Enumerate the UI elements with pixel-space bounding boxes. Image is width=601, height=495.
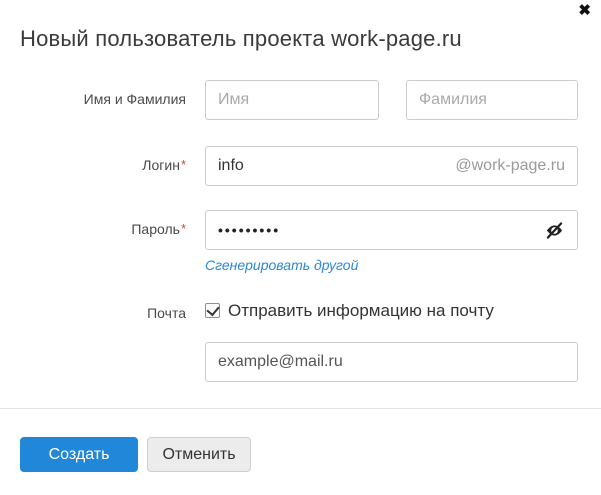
login-value: info <box>218 157 244 175</box>
last-name-input[interactable] <box>406 80 578 120</box>
send-info-checkbox-label[interactable]: Отправить информацию на почту <box>228 301 494 321</box>
new-user-dialog: ✖ Новый пользователь проекта work-page.r… <box>0 0 601 495</box>
login-row-label: Логин* <box>0 157 186 173</box>
required-asterisk: * <box>181 157 186 172</box>
dialog-title: Новый пользователь проекта work-page.ru <box>20 26 462 52</box>
login-domain-suffix: @work-page.ru <box>455 157 565 175</box>
send-info-checkbox[interactable] <box>205 303 220 318</box>
required-asterisk: * <box>181 221 186 236</box>
email-input[interactable] <box>205 342 578 382</box>
close-icon[interactable]: ✖ <box>578 2 591 20</box>
create-button[interactable]: Создать <box>20 437 138 472</box>
cancel-button[interactable]: Отменить <box>147 437 251 472</box>
password-input[interactable]: ••••••••• <box>205 210 578 250</box>
footer-divider <box>0 408 601 409</box>
name-row-label: Имя и Фамилия <box>0 91 186 107</box>
password-row-label: Пароль* <box>0 221 186 237</box>
generate-password-link[interactable]: Сгенерировать другой <box>205 257 358 273</box>
first-name-input[interactable] <box>205 80 379 120</box>
login-input[interactable]: info @work-page.ru <box>205 146 578 186</box>
mail-row-label: Почта <box>0 305 186 321</box>
password-masked-value: ••••••••• <box>218 222 280 238</box>
eye-slash-icon[interactable] <box>543 219 565 241</box>
